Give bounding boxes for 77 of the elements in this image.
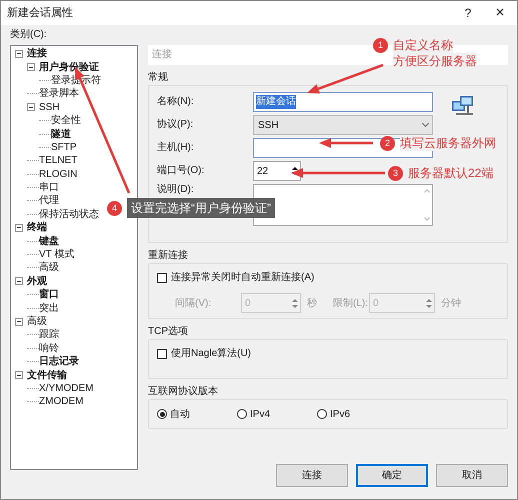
annotation-arrow [319, 138, 373, 148]
tree-item[interactable]: 隧道 [51, 128, 71, 141]
tree-item[interactable]: 高级 [27, 315, 47, 328]
radio-button[interactable] [157, 409, 167, 419]
tree-item[interactable]: 终端 [27, 221, 47, 234]
tree-item[interactable]: 登录脚本 [39, 87, 79, 100]
checkbox-label: 连接异常关闭时自动重新连接(A) [171, 270, 314, 285]
group-title: 重新连接 [148, 249, 188, 263]
tree-item[interactable]: 键盘 [39, 234, 59, 248]
group-title: 互联网协议版本 [148, 385, 218, 399]
field-label: 端口号(O): [157, 164, 206, 178]
tree-item[interactable]: 文件传输 [27, 368, 67, 382]
help-button[interactable]: ? [453, 1, 483, 25]
tree-item[interactable]: VT 模式 [39, 248, 74, 262]
tree-item[interactable]: 保持活动状态 [39, 208, 99, 221]
collapse-icon[interactable] [15, 371, 23, 380]
radio-button[interactable] [317, 409, 327, 419]
category-label: 类别(C): [10, 28, 47, 42]
port-spinbox[interactable]: 22 [253, 161, 301, 181]
close-button[interactable]: × [483, 1, 517, 25]
radio-button[interactable] [237, 409, 247, 419]
tree-item[interactable]: 串口 [39, 181, 59, 194]
field-label: 协议(P): [157, 118, 194, 132]
group-title: TCP选项 [148, 325, 188, 339]
dialog-button[interactable]: 取消 [436, 464, 508, 487]
collapse-icon[interactable] [15, 50, 23, 58]
field-label: 说明(D): [157, 184, 195, 196]
collapse-icon[interactable] [27, 63, 35, 72]
annotation-text: 填写云服务器外网 [400, 135, 496, 151]
window-title: 新建会话属性 [7, 6, 73, 21]
tree-item[interactable]: 日志记录 [39, 355, 79, 368]
field-label: 名称(N): [157, 95, 195, 109]
radio-label: IPv6 [330, 408, 350, 422]
tree-item[interactable]: TELNET [39, 154, 78, 168]
protocol-select[interactable]: SSH [253, 115, 433, 135]
tree-item[interactable]: 代理 [39, 194, 59, 208]
field-label: 主机(H): [157, 140, 195, 155]
tree-item[interactable]: 跟踪 [39, 328, 59, 342]
radio-label: 自动 [170, 408, 190, 422]
tree-item[interactable]: 外观 [27, 274, 47, 288]
collapse-icon[interactable] [15, 224, 23, 232]
dialog-button[interactable]: 确定 [356, 464, 428, 487]
tree-item[interactable]: SFTP [51, 140, 77, 154]
radio-label: IPv4 [250, 408, 270, 422]
tree-item[interactable]: 突出 [39, 302, 59, 315]
step-number-badge: 3 [388, 166, 403, 181]
tree-item[interactable]: ZMODEM [39, 395, 84, 408]
collapse-icon[interactable] [27, 103, 35, 112]
tree-item[interactable]: 窗口 [39, 288, 59, 302]
step-number-badge: 1 [373, 38, 388, 53]
checkbox[interactable] [157, 272, 167, 282]
annotation-text: 方便区分服务器 [393, 53, 477, 69]
tree-item[interactable]: SSH [39, 100, 60, 114]
spin-arrows-icon [424, 298, 434, 308]
spin-label: 间隔(V): [175, 296, 212, 310]
collapse-icon[interactable] [15, 318, 23, 326]
tree-item[interactable]: 响铃 [39, 342, 59, 355]
text-field[interactable]: 新建会话 [253, 92, 433, 112]
collapse-icon[interactable] [15, 277, 23, 286]
spin-label: 限制(L): [333, 296, 369, 310]
step-number-badge: 2 [380, 136, 395, 151]
unit-label: 分钟 [441, 296, 461, 310]
annotation-text: 自定义名称 [393, 37, 453, 53]
annotation-text: 服务器默认22端 [408, 165, 494, 181]
tree-item[interactable]: RLOGIN [39, 168, 78, 181]
tree-item[interactable]: 高级 [39, 261, 59, 274]
spin-arrows-icon [290, 298, 300, 308]
tree-item[interactable]: X/YMODEM [39, 382, 94, 395]
unit-label: 秒 [307, 296, 317, 310]
dialog-button[interactable]: 连接 [276, 464, 348, 487]
checkbox-label: 使用Nagle算法(U) [171, 346, 252, 361]
group-title: 常规 [148, 71, 168, 85]
tree-item[interactable]: 安全性 [51, 114, 81, 128]
callout-text: 设置完选择“用户身份验证” [131, 201, 271, 215]
tree-item[interactable]: 连接 [27, 47, 47, 60]
computers-icon [451, 94, 475, 118]
checkbox[interactable] [157, 348, 167, 358]
